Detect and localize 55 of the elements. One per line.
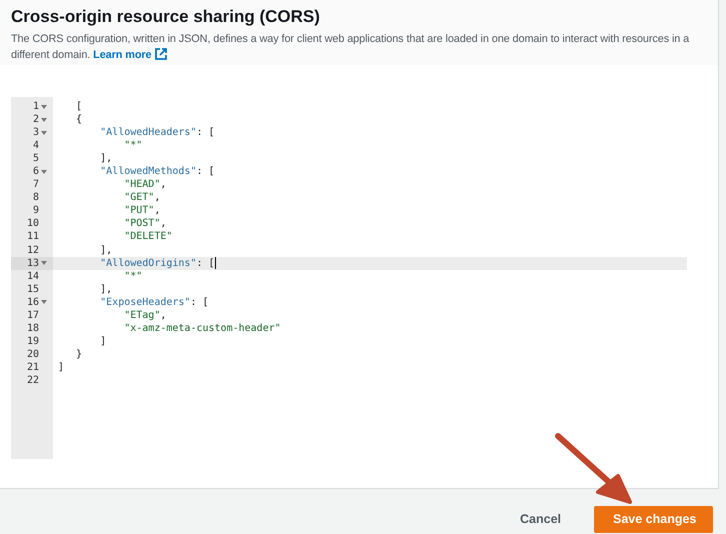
code-line: ] xyxy=(99,336,106,347)
code-line: "DELETE" xyxy=(123,231,172,242)
external-link-icon xyxy=(154,48,166,60)
line-number: 16 xyxy=(26,296,39,309)
code-line: "x-amz-meta-custom-header" xyxy=(123,322,281,334)
code-line: "AllowedOrigins": [ xyxy=(99,258,216,269)
line-number: 6 xyxy=(32,165,39,178)
line-number: 8 xyxy=(32,191,39,204)
fold-caret-icon[interactable] xyxy=(41,104,47,109)
code-line: "ExposeHeaders": [ xyxy=(99,296,209,308)
fold-caret-icon[interactable] xyxy=(41,118,47,122)
line-number: 5 xyxy=(32,152,39,166)
line-number: 20 xyxy=(26,348,39,361)
line-number: 9 xyxy=(32,204,39,218)
line-number: 21 xyxy=(26,360,39,374)
code-line: "HEAD", xyxy=(123,179,166,190)
code-line: ], xyxy=(99,153,112,164)
code-line: ], xyxy=(99,244,112,256)
section-title: Cross-origin resource sharing (CORS) xyxy=(11,6,321,28)
fold-caret-icon[interactable] xyxy=(41,300,47,304)
code-line: { xyxy=(75,114,82,126)
code-line: "*" xyxy=(123,140,142,152)
line-number: 15 xyxy=(26,282,39,296)
code-line: "PUT", xyxy=(123,205,160,216)
section-description: The CORS configuration, written in JSON, defines a way for client web applications that are loaded in one domain to interact with resources in a different domain. Learn more xyxy=(11,32,690,63)
code-line: ], xyxy=(99,284,112,295)
line-number: 12 xyxy=(26,244,39,257)
code-area[interactable]: [ { "AllowedHeaders": [ "*" ], "AllowedMethods": [ "HEAD", "GET", "PUT", "POST", "DELETE" ], "AllowedOrigins": [ "*" ], "ExposeHeaders": [ "ETag", "x-amz-meta-custom-header" ] } ] xyxy=(53,97,687,459)
line-number: 14 xyxy=(26,270,39,283)
line-number: 3 xyxy=(32,126,39,140)
line-number: 4 xyxy=(32,139,39,152)
line-number: 19 xyxy=(26,334,39,348)
code-line: "*" xyxy=(123,270,142,282)
code-line: "POST", xyxy=(123,218,166,230)
line-number: 13 xyxy=(26,256,39,270)
line-number: 17 xyxy=(26,308,39,322)
code-line: "ETag", xyxy=(123,310,166,321)
line-number: 22 xyxy=(26,374,39,388)
learn-more-link[interactable]: Learn more xyxy=(93,49,152,61)
fold-caret-icon[interactable] xyxy=(41,261,47,266)
code-line: } xyxy=(75,348,82,360)
line-number: 7 xyxy=(32,178,39,192)
code-line: "GET", xyxy=(123,192,160,204)
line-number: 1 xyxy=(32,100,39,114)
code-line: "AllowedHeaders": [ xyxy=(99,127,215,138)
fold-caret-icon[interactable] xyxy=(41,170,47,174)
fold-caret-icon[interactable] xyxy=(41,130,47,135)
line-number: 18 xyxy=(26,322,39,335)
line-number: 2 xyxy=(32,113,39,126)
cancel-button[interactable]: Cancel xyxy=(501,506,580,532)
line-number: 10 xyxy=(26,217,39,230)
code-line: [ xyxy=(75,101,82,112)
code-line: ] xyxy=(58,362,64,373)
line-number: 11 xyxy=(26,230,39,244)
code-line: "AllowedMethods": [ xyxy=(99,166,215,178)
